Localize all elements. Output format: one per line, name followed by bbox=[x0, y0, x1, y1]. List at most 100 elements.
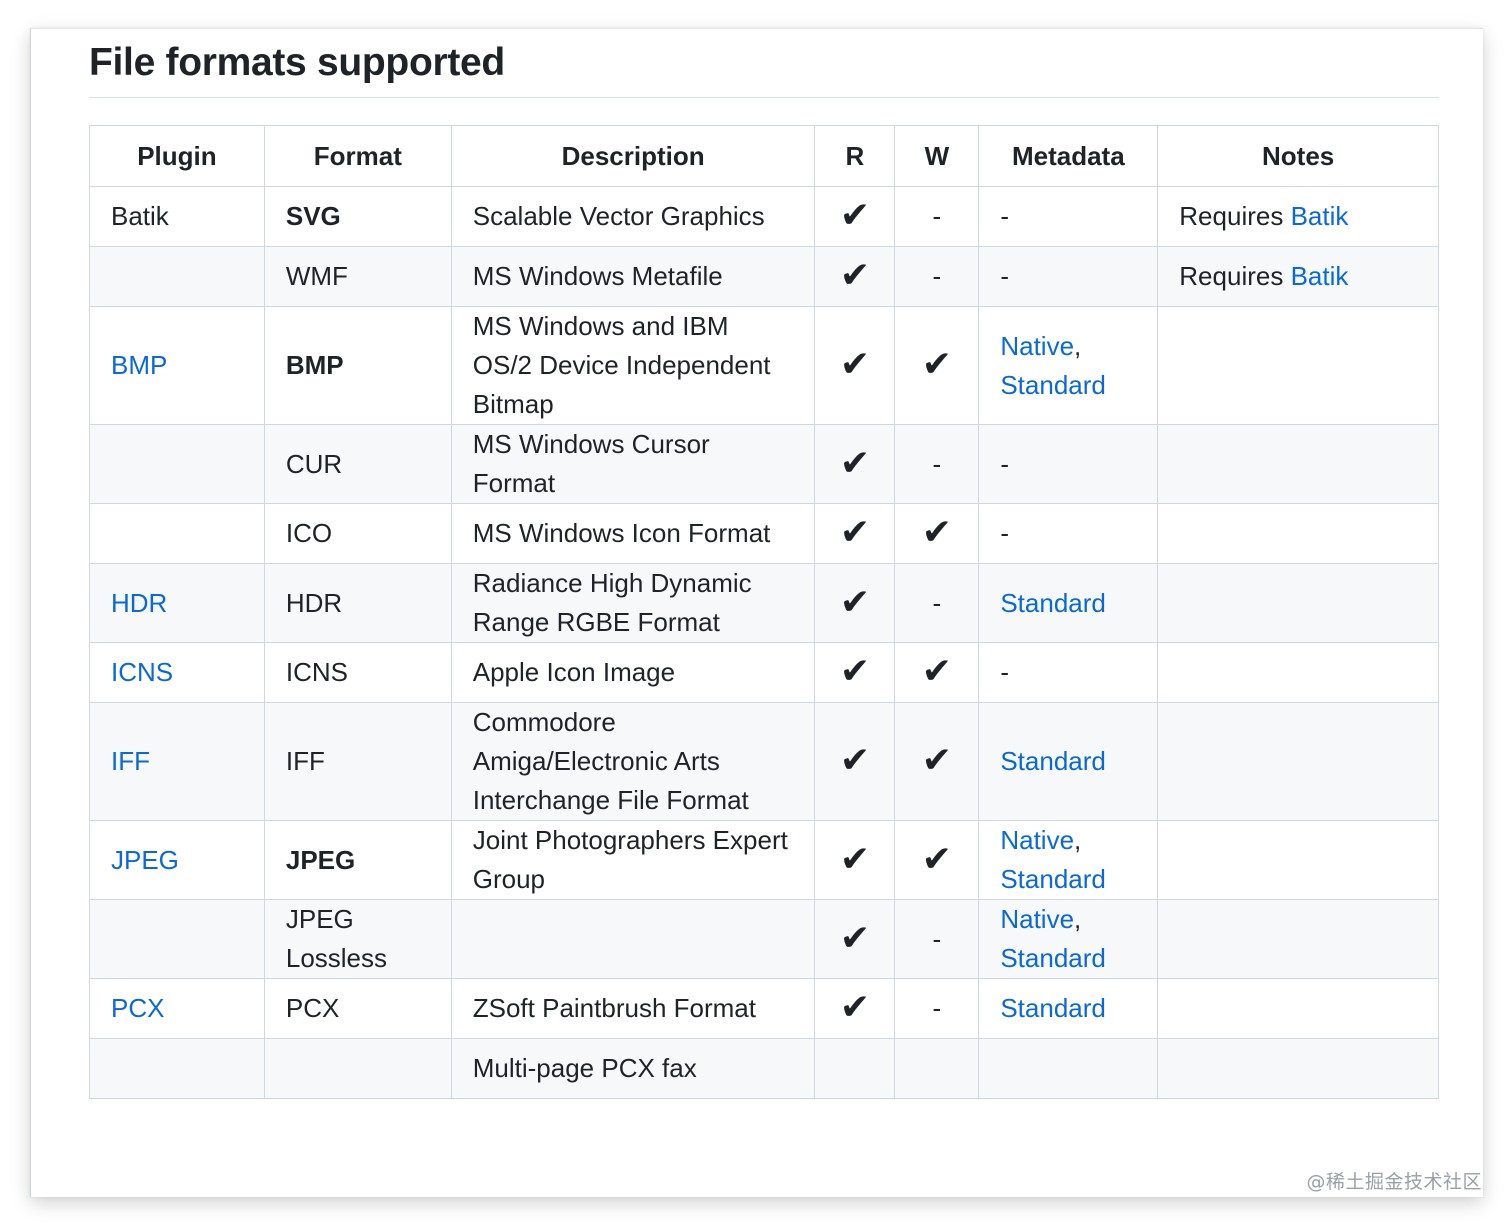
check-icon: ✔ bbox=[921, 343, 952, 384]
cell-write: - bbox=[894, 563, 980, 643]
cell-notes bbox=[1157, 503, 1439, 564]
metadata-link[interactable]: Standard bbox=[1000, 943, 1106, 973]
cell-description: Multi-page PCX fax bbox=[450, 1038, 816, 1099]
separator: , bbox=[1074, 330, 1082, 361]
metadata-value: - bbox=[1000, 657, 1010, 687]
metadata-link[interactable]: Native bbox=[1000, 825, 1074, 855]
cell-format: WMF bbox=[263, 246, 452, 307]
watermark: @稀土掘金技术社区 bbox=[1306, 1171, 1482, 1193]
cell-write: - bbox=[894, 186, 980, 247]
format-name: WMF bbox=[285, 261, 348, 291]
check-icon: ✔ bbox=[839, 916, 870, 958]
table-row: Batik SVG Scalable Vector Graphics ✔ - - Requi… bbox=[89, 186, 1439, 247]
cell-write: - bbox=[894, 246, 980, 307]
cell-write: ✔ bbox=[894, 820, 980, 900]
header-row: Plugin Format Description R W Metadata N… bbox=[89, 125, 1439, 187]
cell-write: ✔ bbox=[894, 503, 980, 564]
cell-metadata: Standard bbox=[978, 702, 1159, 821]
notes-text: Requires bbox=[1179, 201, 1291, 231]
table-row: CUR MS Windows Cursor Format ✔ - - bbox=[89, 424, 1439, 504]
plugin-link[interactable]: JPEG bbox=[111, 845, 179, 875]
format-name: CUR bbox=[285, 448, 343, 479]
file-formats-table: Plugin Format Description R W Metadata N… bbox=[89, 125, 1439, 1099]
metadata-value: - bbox=[1000, 201, 1010, 231]
table-row: IFF IFF Commodore Amiga/Electronic Arts In… bbox=[89, 702, 1439, 821]
cell-description: Joint Photographers Expert Group bbox=[450, 820, 816, 900]
table-row: HDR HDR Radiance High Dynamic Range RGBE F… bbox=[89, 563, 1439, 643]
cell-metadata: - bbox=[978, 642, 1159, 703]
table-row: BMP BMP MS Windows and IBM OS/2 Device Ind… bbox=[89, 306, 1439, 425]
column-header-metadata: Metadata bbox=[978, 125, 1159, 187]
cell-format: JPEG Lossless bbox=[263, 899, 452, 979]
check-icon: ✔ bbox=[839, 343, 870, 384]
cell-metadata: Native, Standard bbox=[978, 820, 1159, 900]
cell-description: MS Windows and IBM OS/2 Device Independe… bbox=[450, 306, 816, 425]
check-icon: ✔ bbox=[839, 194, 870, 235]
notes-link[interactable]: Batik bbox=[1291, 201, 1349, 231]
table-row: WMF MS Windows Metafile ✔ - - Requires Batik bbox=[89, 246, 1439, 307]
cell-read: ✔ bbox=[814, 820, 896, 900]
plugin-link[interactable]: IFF bbox=[111, 746, 150, 776]
cell-write bbox=[894, 1038, 980, 1099]
cell-description: Scalable Vector Graphics bbox=[450, 186, 816, 247]
plugin-link[interactable]: BMP bbox=[111, 350, 167, 380]
notes-link[interactable]: Batik bbox=[1291, 261, 1349, 291]
check-icon: ✔ bbox=[921, 739, 952, 780]
format-name: JPEG bbox=[285, 844, 356, 875]
cell-plugin bbox=[89, 503, 265, 564]
cell-notes bbox=[1157, 563, 1439, 643]
table-row: ICNS ICNS Apple Icon Image ✔ ✔ - bbox=[89, 642, 1439, 703]
cell-plugin bbox=[89, 424, 265, 504]
format-name: ICO bbox=[285, 518, 333, 548]
cell-format bbox=[263, 1038, 452, 1099]
format-name: HDR bbox=[285, 587, 343, 618]
check-icon: ✔ bbox=[839, 441, 870, 483]
table-body: Batik SVG Scalable Vector Graphics ✔ - - Requi… bbox=[89, 186, 1439, 1099]
check-icon: ✔ bbox=[839, 986, 870, 1027]
cell-read: ✔ bbox=[814, 702, 896, 821]
metadata-link[interactable]: Standard bbox=[1000, 993, 1106, 1023]
cell-read: ✔ bbox=[814, 978, 896, 1039]
metadata-value: - bbox=[1000, 518, 1010, 548]
cell-plugin: Batik bbox=[89, 186, 265, 247]
cell-format: SVG bbox=[263, 186, 452, 247]
cell-plugin bbox=[89, 1038, 265, 1099]
plugin-link[interactable]: HDR bbox=[111, 588, 167, 618]
separator: , bbox=[1074, 825, 1082, 855]
metadata-link[interactable]: Standard bbox=[1000, 588, 1106, 618]
metadata-link[interactable]: Standard bbox=[1000, 864, 1106, 894]
metadata-link[interactable]: Native bbox=[1000, 904, 1074, 934]
cell-notes: Requires Batik bbox=[1157, 246, 1439, 307]
cell-notes bbox=[1157, 306, 1439, 425]
metadata-link[interactable]: Standard bbox=[1000, 746, 1106, 776]
metadata-link[interactable]: Standard bbox=[1000, 370, 1106, 400]
check-icon: ✔ bbox=[921, 650, 952, 691]
column-header-read: R bbox=[814, 125, 896, 187]
dash-mark: - bbox=[932, 587, 942, 618]
cell-notes bbox=[1157, 1038, 1439, 1099]
cell-format: ICO bbox=[263, 503, 452, 564]
cell-format: ICNS bbox=[263, 642, 452, 703]
format-name: ICNS bbox=[285, 657, 348, 687]
check-icon: ✔ bbox=[839, 837, 870, 879]
metadata-value: - bbox=[1000, 448, 1010, 479]
table-row: JPEG JPEG Joint Photographers Expert Group… bbox=[89, 820, 1439, 900]
cell-metadata: Native, Standard bbox=[978, 899, 1159, 979]
metadata-link[interactable]: Native bbox=[1000, 331, 1074, 361]
cell-write: - bbox=[894, 424, 980, 504]
plugin-link[interactable]: ICNS bbox=[111, 657, 173, 687]
cell-write: ✔ bbox=[894, 306, 980, 425]
cell-plugin bbox=[89, 899, 265, 979]
column-header-notes: Notes bbox=[1157, 125, 1439, 187]
cell-read: ✔ bbox=[814, 424, 896, 504]
check-icon: ✔ bbox=[921, 837, 952, 879]
check-icon: ✔ bbox=[839, 511, 870, 552]
cell-plugin: IFF bbox=[89, 702, 265, 821]
cell-write: - bbox=[894, 899, 980, 979]
cell-metadata: - bbox=[978, 503, 1159, 564]
plugin-link[interactable]: PCX bbox=[111, 993, 164, 1023]
cell-format: BMP bbox=[263, 306, 452, 425]
plugin-name: Batik bbox=[111, 201, 169, 231]
format-name: JPEG Lossless bbox=[285, 904, 388, 973]
dash-mark: - bbox=[932, 201, 942, 231]
